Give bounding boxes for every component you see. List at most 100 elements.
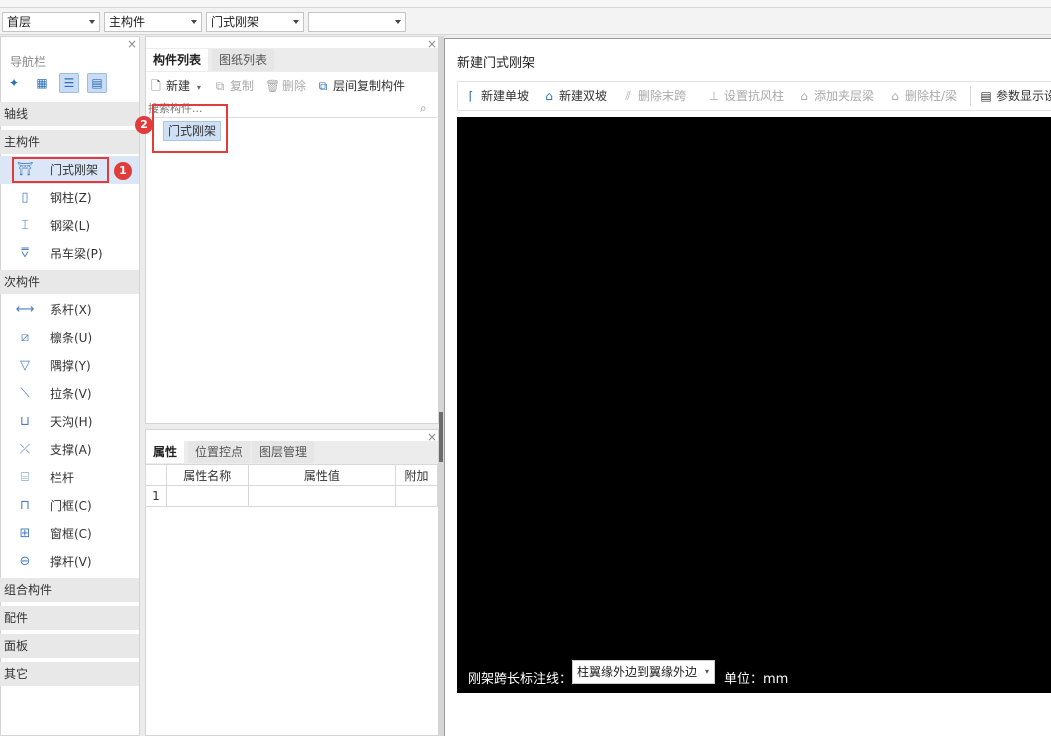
search-icon[interactable]: ⌕ <box>420 101 427 116</box>
property-table-header: 属性名称 属性值 附加 <box>145 464 438 486</box>
span-label: 刚架跨长标注线： <box>468 672 573 687</box>
chevron-down-icon <box>89 20 95 24</box>
nav-item-door-frame[interactable]: ⊓ 门框(C) <box>0 492 139 520</box>
nav-item-bracing[interactable]: ⤫ 支撑(A) <box>0 436 139 464</box>
floor-select[interactable]: 首层 <box>2 12 100 32</box>
add-point-icon[interactable]: ✦ <box>4 73 24 93</box>
nav-item-label: 栏杆 <box>50 471 75 485</box>
toolbar-divider <box>970 86 971 106</box>
table-row[interactable]: 1 <box>145 485 438 507</box>
nav-item-railing[interactable]: ⌸ 栏杆 <box>0 464 139 492</box>
chevron-down-icon <box>293 20 299 24</box>
nav-item-label: 拉条(V) <box>50 387 92 401</box>
selector-toolbar: 首层 主构件 门式刚架 <box>0 8 1051 35</box>
set-wind-column-label: 设置抗风柱 <box>724 89 785 103</box>
nav-item-tie-bar[interactable]: ⟍ 拉条(V) <box>0 380 139 408</box>
floor-select-value: 首层 <box>7 15 32 29</box>
bracing-icon: ⤫ <box>19 442 31 457</box>
nav-item-label: 窗框(C) <box>50 527 92 541</box>
nav-item-label: 门框(C) <box>50 499 92 513</box>
steel-column-icon: ▯ <box>21 190 29 205</box>
splitter-grip[interactable] <box>439 412 443 462</box>
new-single-slope-label: 新建单坡 <box>481 89 530 103</box>
nav-item-strut[interactable]: ⊖ 撑杆(V) <box>0 548 139 576</box>
nav-item-steel-column[interactable]: ▯ 钢柱(Z) <box>0 184 139 212</box>
property-table: 属性名称 属性值 附加 1 <box>145 464 438 507</box>
tab-position-control[interactable]: 位置控点 <box>188 441 251 463</box>
new-single-slope-button[interactable]: ⌈ 新建单坡 <box>464 86 529 106</box>
row-extra-cell[interactable] <box>395 485 438 507</box>
component-type-select[interactable]: 主构件 <box>104 12 202 32</box>
nav-item-label: 天沟(H) <box>50 415 93 429</box>
crane-beam-icon: ⩢ <box>21 246 29 261</box>
delete-button[interactable]: 🗑 删除 <box>265 76 306 96</box>
category-composite[interactable]: 组合构件 <box>0 578 139 602</box>
nav-item-purlin[interactable]: ⧄ 檩条(U) <box>0 324 139 352</box>
tab-component-list[interactable]: 构件列表 <box>146 49 209 71</box>
chevron-down-icon: ▾ <box>196 83 201 92</box>
strut-icon: ⊖ <box>19 554 31 569</box>
single-slope-icon: ⌈ <box>468 89 474 103</box>
nav-item-steel-beam[interactable]: ⌶ 钢梁(L) <box>0 212 139 240</box>
qr-grid-icon[interactable]: ▦ <box>32 73 52 93</box>
component-select[interactable]: 门式刚架 <box>206 12 304 32</box>
delete-column-beam-button[interactable]: ⌂ 删除柱/梁 <box>888 86 957 106</box>
blank-select[interactable] <box>308 12 406 32</box>
list-view-icon[interactable]: ☰ <box>59 73 79 93</box>
tab-drawing-list[interactable]: 图纸列表 <box>212 49 275 71</box>
category-panel[interactable]: 面板 <box>0 634 139 658</box>
span-mode-select[interactable]: 柱翼缘外边到翼缘外边 ▾ <box>572 660 715 684</box>
detail-view-icon[interactable]: ▤ <box>87 73 107 93</box>
category-main[interactable]: 主构件 <box>0 130 139 154</box>
gutter-icon: ⊔ <box>19 414 31 429</box>
row-value-cell[interactable] <box>247 485 397 507</box>
delete-button-label: 删除 <box>282 79 307 93</box>
set-wind-column-button[interactable]: ⊥ 设置抗风柱 <box>707 86 784 106</box>
nav-item-gutter[interactable]: ⊔ 天沟(H) <box>0 408 139 436</box>
delete-last-span-button[interactable]: ⫽ 删除末跨 <box>621 86 686 106</box>
chevron-down-icon <box>395 20 401 24</box>
nav-item-label: 钢梁(L) <box>50 219 91 233</box>
row-name-cell[interactable] <box>165 485 249 507</box>
dialog-title: 新建门式刚架 <box>457 56 536 71</box>
railing-icon: ⌸ <box>21 470 29 485</box>
nav-item-label: 支撑(A) <box>50 443 92 457</box>
add-mezzanine-beam-label: 添加夹层梁 <box>814 89 875 103</box>
copy-button-label: 复制 <box>230 79 255 93</box>
category-accessory[interactable]: 配件 <box>0 606 139 630</box>
tab-layer-management[interactable]: 图层管理 <box>252 441 315 463</box>
nav-item-tie-rod[interactable]: ⟷ 系杆(X) <box>0 296 139 324</box>
delete-column-beam-icon: ⌂ <box>891 89 899 103</box>
copy-button[interactable]: ⧉ 复制 <box>213 76 254 96</box>
tie-bar-icon: ⟍ <box>20 386 30 401</box>
window-top-strip <box>0 0 1051 8</box>
nav-close-button[interactable]: × <box>127 38 137 50</box>
frame-preview-canvas[interactable] <box>457 117 1051 693</box>
delete-column-beam-label: 删除柱/梁 <box>905 89 958 103</box>
nav-item-crane-beam[interactable]: ⩢ 吊车梁(P) <box>0 240 139 268</box>
add-mezzanine-beam-button[interactable]: ⌂ 添加夹层梁 <box>797 86 874 106</box>
nav-item-corner-brace[interactable]: ▽ 隅撑(Y) <box>0 352 139 380</box>
tab-properties[interactable]: 属性 <box>146 441 185 463</box>
component-select-value: 门式刚架 <box>211 15 260 29</box>
row-index: 1 <box>145 485 167 507</box>
nav-title: 导航栏 <box>10 55 47 69</box>
category-axis[interactable]: 轴线 <box>0 102 139 126</box>
new-double-slope-button[interactable]: ⌂ 新建双坡 <box>542 86 607 106</box>
door-frame-icon: ⊓ <box>19 498 31 513</box>
category-secondary[interactable]: 次构件 <box>0 270 139 294</box>
nav-item-label: 隅撑(Y) <box>50 359 91 373</box>
copy-icon: ⧉ <box>215 79 225 93</box>
trash-icon: 🗑 <box>265 79 281 93</box>
nav-item-window-frame[interactable]: ⊞ 窗框(C) <box>0 520 139 548</box>
column-header-index <box>145 464 167 486</box>
floor-copy-button[interactable]: ⧉ 层间复制构件 <box>316 76 405 96</box>
new-button[interactable]: 🗋 新建 ▾ <box>149 76 201 96</box>
category-other[interactable]: 其它 <box>0 662 139 686</box>
highlight-box-portal-frame <box>12 157 109 183</box>
param-display-button[interactable]: ▤ 参数显示设 <box>979 86 1051 106</box>
step-badge-1: 1 <box>114 162 132 180</box>
nav-item-label: 撑杆(V) <box>50 555 92 569</box>
column-header-name: 属性名称 <box>165 464 249 486</box>
nav-item-label: 钢柱(Z) <box>50 191 92 205</box>
